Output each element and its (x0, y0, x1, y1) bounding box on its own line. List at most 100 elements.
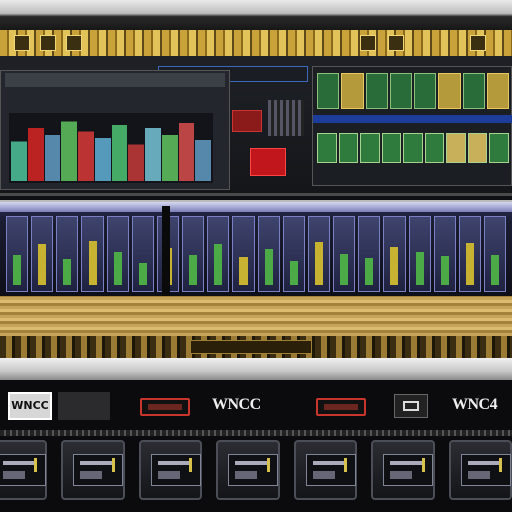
monitor-button[interactable] (394, 394, 428, 418)
channel-level (390, 246, 399, 285)
clip-grid (317, 73, 509, 109)
meter (94, 115, 111, 181)
toolbar-button[interactable] (14, 35, 30, 51)
clip-slot[interactable] (489, 133, 509, 163)
clip-slot[interactable] (317, 73, 340, 109)
module-rack (0, 440, 512, 506)
meter (111, 115, 128, 181)
brand-label: WNCC (212, 396, 261, 413)
module-led (189, 458, 193, 472)
module-unit[interactable] (293, 440, 358, 500)
logo: WNCC (8, 392, 52, 420)
module-unit[interactable] (0, 440, 48, 500)
meter (44, 115, 61, 181)
meter (161, 115, 178, 181)
module-led (344, 458, 348, 472)
channel-strips (6, 216, 507, 292)
channel-level (189, 255, 198, 285)
clip-slot[interactable] (403, 133, 423, 163)
module-screen (150, 454, 201, 486)
nameplate (190, 340, 312, 354)
module-unit[interactable] (216, 440, 280, 500)
channel-strip[interactable] (483, 216, 507, 292)
module-unit[interactable] (61, 440, 125, 500)
module-unit[interactable] (371, 440, 435, 500)
module-led (111, 458, 115, 472)
channel-strip[interactable] (106, 216, 129, 292)
clip-slot[interactable] (486, 73, 509, 109)
module-unit[interactable] (448, 440, 512, 500)
channel-strip[interactable] (282, 216, 305, 292)
channel-level (314, 242, 323, 285)
channel-strip[interactable] (232, 216, 255, 292)
channel-level (63, 259, 72, 285)
toolbar-button[interactable] (66, 35, 82, 51)
channel-strip[interactable] (307, 216, 331, 292)
wood-trim (0, 336, 512, 358)
clip-slot[interactable] (446, 133, 466, 163)
monitor-icon (403, 401, 419, 411)
clip-slot[interactable] (381, 133, 402, 163)
channel-level (340, 253, 349, 285)
knob-bank[interactable] (268, 100, 304, 136)
track-meters (9, 113, 213, 183)
clip-slot[interactable] (389, 73, 412, 109)
clip-slot[interactable] (365, 73, 388, 109)
clip-slot[interactable] (462, 73, 485, 109)
channel-strip[interactable] (131, 216, 154, 292)
channel-strip[interactable] (31, 216, 54, 292)
module-led (421, 458, 425, 472)
clip-slot[interactable] (341, 73, 364, 109)
channel-level (113, 251, 122, 285)
channel-strip[interactable] (458, 216, 481, 292)
channel-strip[interactable] (358, 216, 381, 292)
display-panel (58, 392, 110, 420)
module-unit[interactable] (138, 440, 203, 500)
module-led (498, 458, 502, 472)
channel-strip[interactable] (81, 216, 104, 292)
channel-strip[interactable] (207, 216, 230, 292)
toolbar-button[interactable] (388, 35, 404, 51)
channel-strip[interactable] (56, 216, 79, 292)
left-transport-button[interactable] (140, 398, 190, 416)
arrange-header (5, 73, 225, 87)
toolbar (0, 30, 512, 56)
clip-slot[interactable] (438, 73, 461, 109)
module-screen (0, 454, 46, 486)
toolbar-button[interactable] (40, 35, 56, 51)
clip-slot[interactable] (338, 133, 359, 163)
channel-strip[interactable] (383, 216, 406, 292)
clip-grid-panel (312, 66, 512, 186)
channel-level (440, 256, 449, 285)
clip-slot[interactable] (414, 73, 437, 109)
silver-divider (0, 358, 512, 380)
channel-strip[interactable] (182, 216, 205, 292)
arrange-panel (0, 70, 230, 190)
channel-level (38, 244, 47, 285)
toolbar-button[interactable] (470, 35, 486, 51)
toolbar-button[interactable] (360, 35, 376, 51)
channel-strip[interactable] (257, 216, 280, 292)
module-led (266, 458, 270, 472)
channel-strip[interactable] (333, 216, 356, 292)
meter (78, 115, 94, 181)
channel-strip[interactable] (408, 216, 431, 292)
module-screen (73, 454, 124, 486)
clip-slot[interactable] (467, 133, 488, 163)
button-label (324, 404, 358, 410)
clip-slot[interactable] (360, 133, 380, 163)
right-transport-button[interactable] (316, 398, 366, 416)
channel-strip[interactable] (433, 216, 456, 292)
clip-slot[interactable] (424, 133, 445, 163)
wood-panel (0, 296, 512, 336)
square-icon[interactable] (250, 148, 286, 176)
clip-slot[interactable] (317, 133, 337, 163)
record-button[interactable] (232, 110, 262, 132)
channel-strip[interactable] (6, 216, 29, 292)
channel-level (289, 260, 298, 285)
led-row (0, 430, 512, 436)
meter (178, 115, 195, 181)
scene-bar (313, 115, 512, 123)
channel-level (138, 262, 147, 285)
mixer-label-strip (0, 202, 512, 212)
